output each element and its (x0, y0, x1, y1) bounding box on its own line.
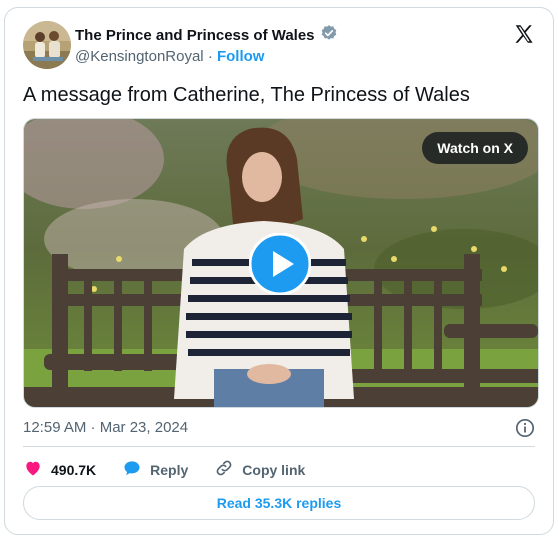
reply-button[interactable]: Reply (122, 458, 188, 481)
copy-link-label: Copy link (242, 461, 306, 478)
like-button[interactable]: 490.7K (23, 458, 96, 481)
video-player[interactable]: Watch on X (23, 118, 539, 408)
read-replies-button[interactable]: Read 35.3K replies (23, 486, 535, 520)
handle-row: @KensingtonRoyal · Follow (75, 48, 264, 65)
reply-label: Reply (150, 461, 189, 478)
divider (23, 446, 535, 447)
author-display-name[interactable]: The Prince and Princess of Wales (75, 27, 315, 44)
tweet-card: The Prince and Princess of Wales @Kensin… (4, 7, 554, 535)
watch-on-x-button[interactable]: Watch on X (422, 132, 528, 164)
copy-link-button[interactable]: Copy link (214, 458, 305, 481)
tweet-text: A message from Catherine, The Princess o… (23, 84, 470, 106)
info-icon[interactable] (515, 418, 535, 443)
author-handle[interactable]: @KensingtonRoyal (75, 48, 204, 65)
verified-badge-icon (320, 24, 338, 46)
avatar[interactable] (23, 21, 71, 69)
x-logo-icon[interactable] (513, 23, 535, 50)
play-icon[interactable] (248, 232, 312, 296)
action-bar: 490.7K Reply Copy link (23, 458, 331, 481)
heart-icon (23, 458, 43, 481)
tweet-timestamp[interactable]: 12:59 AM · Mar 23, 2024 (23, 419, 188, 436)
link-icon (214, 458, 234, 481)
like-count: 490.7K (51, 461, 97, 478)
handle-separator: · (207, 48, 213, 65)
reply-bubble-icon (122, 458, 142, 481)
follow-button[interactable]: Follow (217, 48, 265, 65)
author-name-row[interactable]: The Prince and Princess of Wales (75, 24, 338, 46)
